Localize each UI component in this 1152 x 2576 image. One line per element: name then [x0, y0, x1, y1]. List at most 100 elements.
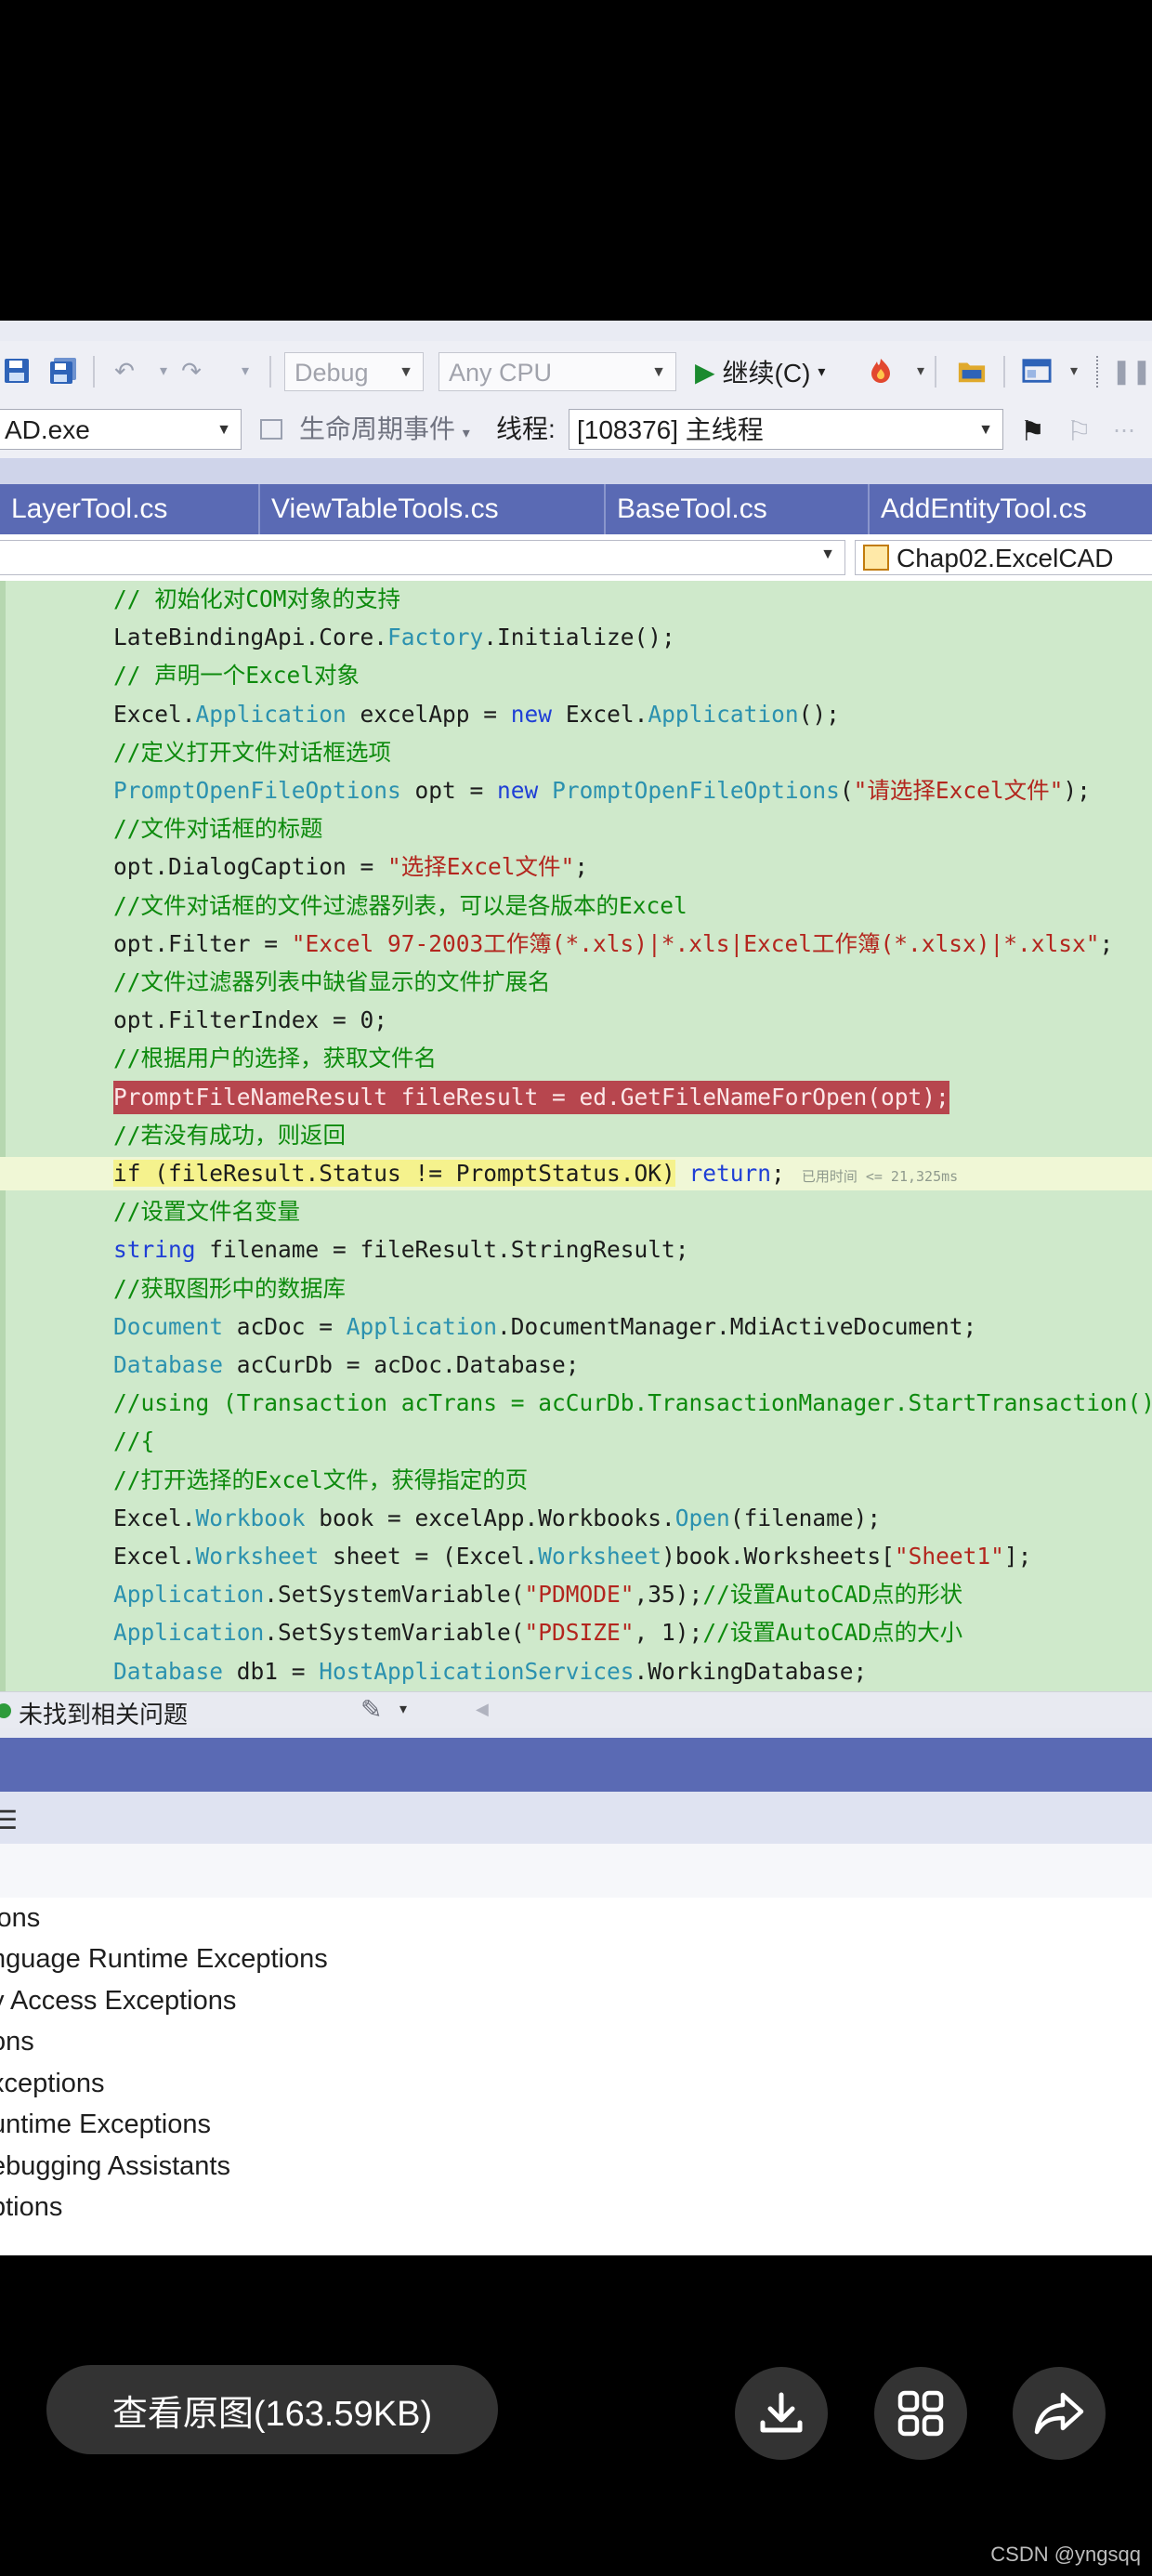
chevron-down-icon: ▼ [820, 546, 835, 562]
code-token: "选择Excel文件" [387, 853, 575, 881]
chevron-down-icon: ▾ [462, 426, 470, 441]
code-token: Open [674, 1504, 730, 1531]
hot-reload-icon[interactable] [866, 356, 896, 386]
flag-icon[interactable]: ⚑ [1020, 415, 1045, 448]
code-token: PromptOpenFileOptions [113, 777, 401, 804]
chevron-down-icon[interactable]: ▾ [399, 1700, 407, 1718]
code-token: new [510, 700, 553, 728]
code-token: //获取图形中的数据库 [113, 1274, 346, 1302]
download-icon [760, 2392, 803, 2433]
code-token: ,35); [634, 1581, 703, 1609]
code-token: opt.Filter = [113, 929, 292, 957]
menu-bar [0, 321, 1152, 342]
thread-flag-icon[interactable]: ⚐ [1067, 415, 1092, 448]
code-token: ]; [1003, 1543, 1032, 1570]
code-token: opt.DialogCaption = [113, 853, 388, 881]
redo-dropdown-icon[interactable]: ▾ [230, 356, 260, 386]
issues-status[interactable]: 未找到相关问题 [19, 1696, 188, 1730]
code-token: //文件对话框的文件过滤器列表，可以是各版本的Excel [113, 891, 687, 919]
list-item[interactable]: nguage Runtime Exceptions [0, 1939, 328, 1979]
code-line: opt.Filter = "Excel 97-2003工作簿(*.xls)|*.… [113, 927, 1113, 961]
process-select[interactable]: AD.exe ▼ [0, 409, 242, 450]
list-item[interactable]: xceptions [0, 2063, 105, 2104]
list-item[interactable]: ons [0, 2021, 34, 2062]
code-line: string filename = fileResult.StringResul… [113, 1233, 689, 1267]
stack-frame-icon[interactable]: ⋯ [1113, 417, 1135, 444]
list-item[interactable]: ebugging Assistants [0, 2146, 230, 2187]
chevron-down-icon: ▼ [978, 422, 993, 438]
code-token: //若没有成功，则返回 [113, 1121, 346, 1149]
code-token: Excel. [113, 1504, 196, 1531]
code-token: HostApplicationServices [319, 1657, 635, 1685]
breakpoint-line: PromptFileNameResult fileResult = ed.Get… [113, 1080, 949, 1114]
tab-viewtabletools[interactable]: ViewTableTools.cs [260, 484, 606, 534]
code-token: if (fileResult.Status != PromptStatus.OK… [113, 1160, 675, 1187]
continue-button[interactable]: ▶ 继续(C) ▾ [695, 352, 825, 391]
tab-basetool[interactable]: BaseTool.cs [606, 484, 870, 534]
tab-addentitytool[interactable]: AddEntityTool.cs [870, 484, 1152, 534]
window-layout-icon[interactable] [1022, 356, 1052, 386]
code-editor[interactable]: // 初始化对COM对象的支持 LateBindingApi.Core.Facto… [0, 581, 1152, 1691]
brush-icon[interactable]: ✎ [360, 1694, 382, 1725]
code-token: opt = [400, 777, 498, 804]
undo-icon[interactable]: ↶ [110, 356, 139, 386]
code-token: )book.Worksheets[ [661, 1543, 895, 1570]
code-token: "请选择Excel文件" [853, 777, 1064, 804]
folder-icon[interactable] [957, 356, 987, 386]
exception-search-input[interactable] [0, 1844, 1152, 1899]
ide-screenshot: ↶ ▾ ↷ ▾ Debug ▼ Any CPU ▼ ▶ 继续(C) ▾ ▾ ▾ ❚❚ [0, 321, 1152, 2255]
pause-icon[interactable]: ❚❚ [1111, 356, 1152, 386]
code-token: Application [648, 700, 799, 728]
grid-button[interactable] [874, 2367, 967, 2460]
list-item[interactable]: ptions [0, 2187, 62, 2228]
download-button[interactable] [735, 2367, 828, 2460]
save-icon[interactable] [2, 356, 32, 386]
code-token: , 1); [634, 1619, 703, 1647]
editor-margin [0, 581, 6, 1691]
platform-select[interactable]: Any CPU ▼ [439, 352, 676, 391]
code-token: //打开选择的Excel文件，获得指定的页 [113, 1465, 529, 1493]
project-select[interactable]: ▼ [0, 540, 845, 575]
overflow-icon[interactable]: ▾ [1059, 356, 1089, 386]
code-line: //根据用户的选择，获取文件名 [113, 1042, 437, 1075]
code-token: Workbook [195, 1504, 306, 1531]
code-token: Application [113, 1581, 265, 1609]
code-token: .DocumentManager.MdiActiveDocument; [497, 1312, 977, 1340]
code-token: excelApp = [346, 700, 511, 728]
code-line: // 初始化对COM对象的支持 [113, 583, 400, 616]
code-token: .Initialize(); [483, 624, 675, 651]
code-line: //获取图形中的数据库 [113, 1272, 346, 1306]
navigation-bar: ▼ Chap02.ExcelCAD [0, 534, 1152, 582]
code-token: //设置AutoCAD点的大小 [702, 1619, 963, 1647]
code-token: //using (Transaction acTrans = acCurDb.T… [113, 1389, 1152, 1417]
tab-layertool[interactable]: LayerTool.cs [0, 484, 260, 534]
class-select[interactable]: Chap02.ExcelCAD [855, 540, 1152, 575]
share-button[interactable] [1013, 2367, 1106, 2460]
redo-icon[interactable]: ↷ [177, 356, 206, 386]
list-item[interactable]: untime Exceptions [0, 2104, 211, 2145]
code-line: // 声明一个Excel对象 [113, 659, 360, 692]
code-token: "Sheet1" [894, 1543, 1004, 1570]
configuration-select[interactable]: Debug ▼ [284, 352, 424, 391]
code-token: Factory [387, 624, 484, 651]
chevron-down-icon[interactable]: ▾ [906, 356, 936, 386]
code-token: Application [195, 700, 347, 728]
list-item[interactable]: ions [0, 1898, 40, 1939]
code-token: //{ [113, 1427, 155, 1455]
code-token: //文件过滤器列表中缺省显示的文件扩展名 [113, 968, 551, 995]
code-line: //文件过滤器列表中缺省显示的文件扩展名 [113, 966, 551, 999]
thread-label: 线程: [496, 414, 556, 443]
exception-list: ions nguage Runtime Exceptions y Access … [0, 1898, 1152, 2255]
list-item[interactable]: y Access Exceptions [0, 1980, 236, 2021]
list-icon[interactable]: ☰ [0, 1805, 18, 1835]
view-original-button[interactable]: 查看原图(163.59KB) [46, 2365, 498, 2454]
undo-dropdown-icon[interactable]: ▾ [149, 356, 178, 386]
scroll-left-icon[interactable]: ◀ [476, 1700, 489, 1719]
thread-select[interactable]: [108376] 主线程 ▼ [569, 409, 1003, 450]
lifecycle-events-button[interactable]: 生命周期事件 ▾ [299, 409, 470, 450]
code-token: acCurDb = acDoc.Database; [223, 1351, 580, 1378]
grid-icon [897, 2390, 944, 2437]
save-all-icon[interactable] [48, 356, 78, 386]
debug-location-toolbar: AD.exe ▼ 生命周期事件 ▾ 线程: [108376] 主线程 ▼ ⚑ ⚐ ⋯ [0, 399, 1152, 459]
